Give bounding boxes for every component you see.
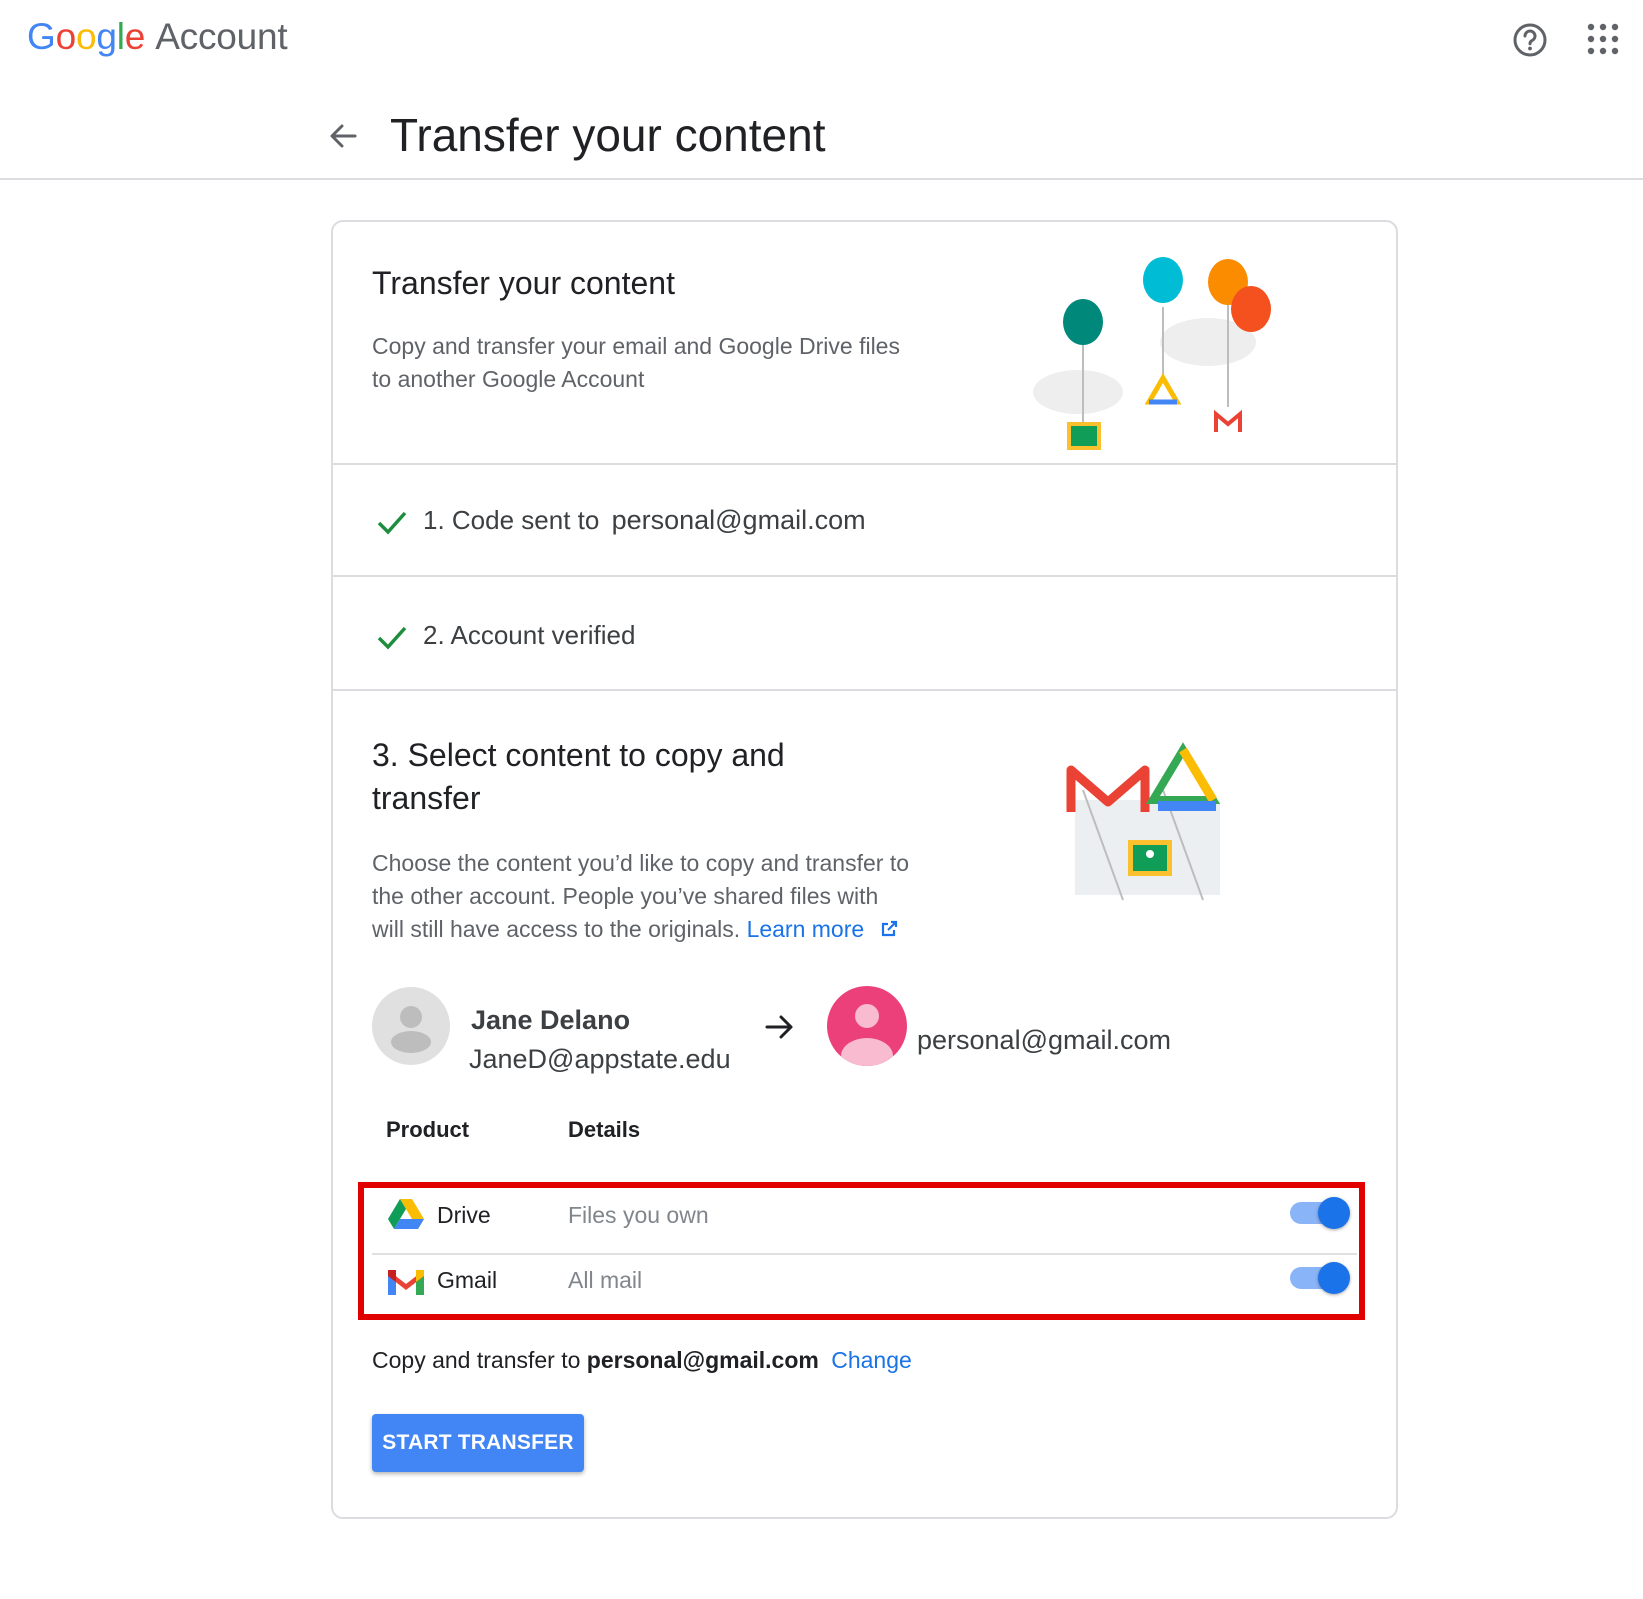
destination-account-email: personal@gmail.com (917, 1025, 1172, 1055)
google-account-logo[interactable]: Google Account (27, 16, 288, 58)
intro-description-line: to another Google Account (372, 366, 645, 392)
checkmark-icon (375, 620, 409, 654)
change-link[interactable]: Change (831, 1347, 912, 1373)
logo-letter: o (55, 16, 77, 57)
destination-avatar (827, 986, 907, 1066)
select-desc-text: will still have access to the originals. (372, 916, 741, 942)
select-title-line: transfer (372, 780, 481, 816)
start-transfer-button[interactable]: START TRANSFER (372, 1414, 584, 1472)
intro-title: Transfer your content (372, 265, 675, 301)
step-account-verified: 2. Account verified (423, 620, 636, 650)
balloons-illustration (1023, 242, 1313, 472)
arrow-back-icon[interactable] (325, 118, 365, 154)
select-desc-line: Choose the content you’d like to copy an… (372, 850, 909, 876)
copy-transfer-summary: Copy and transfer to personal@gmail.com … (372, 1347, 912, 1374)
source-account-name: Jane Delano (471, 1005, 631, 1035)
header-divider (0, 178, 1643, 180)
source-avatar (372, 987, 450, 1065)
logo-letter: g (96, 16, 117, 57)
section-divider (333, 575, 1396, 577)
arrow-forward-icon (763, 1012, 797, 1042)
source-account-email: JaneD@appstate.edu (469, 1044, 731, 1074)
copy-target: personal@gmail.com (586, 1347, 819, 1373)
column-header-product: Product (386, 1117, 470, 1142)
section-divider (333, 463, 1396, 465)
copy-prefix: Copy and transfer to (372, 1347, 581, 1373)
transfer-card: Transfer your content Copy and transfer … (331, 220, 1398, 1519)
products-box-illustration (1063, 740, 1233, 905)
column-header-details: Details (568, 1117, 641, 1142)
page-title: Transfer your content (390, 109, 826, 161)
step-label: 1. Code sent to (423, 505, 600, 535)
learn-more-link[interactable]: Learn more (747, 916, 865, 942)
intro-description-line: Copy and transfer your email and Google … (372, 333, 900, 359)
select-desc-line3: will still have access to the originals.… (372, 913, 899, 946)
section-divider (333, 689, 1396, 691)
apps-grid-icon[interactable] (1586, 22, 1620, 56)
step-code-sent: 1. Code sent to personal@gmail.com (423, 505, 866, 536)
external-link-icon[interactable] (879, 919, 899, 939)
select-title-line: 3. Select content to copy and (372, 737, 785, 773)
logo-letter: o (75, 16, 97, 57)
select-desc-line: the other account. People you’ve shared … (372, 883, 879, 909)
logo-suffix: Account (155, 16, 288, 57)
highlight-box (358, 1182, 1365, 1320)
logo-letter: e (124, 16, 146, 57)
help-icon[interactable] (1512, 22, 1548, 58)
step-email: personal@gmail.com (611, 505, 866, 535)
checkmark-icon (375, 505, 409, 539)
logo-letter: G (27, 16, 56, 57)
logo-letter: l (116, 16, 125, 57)
